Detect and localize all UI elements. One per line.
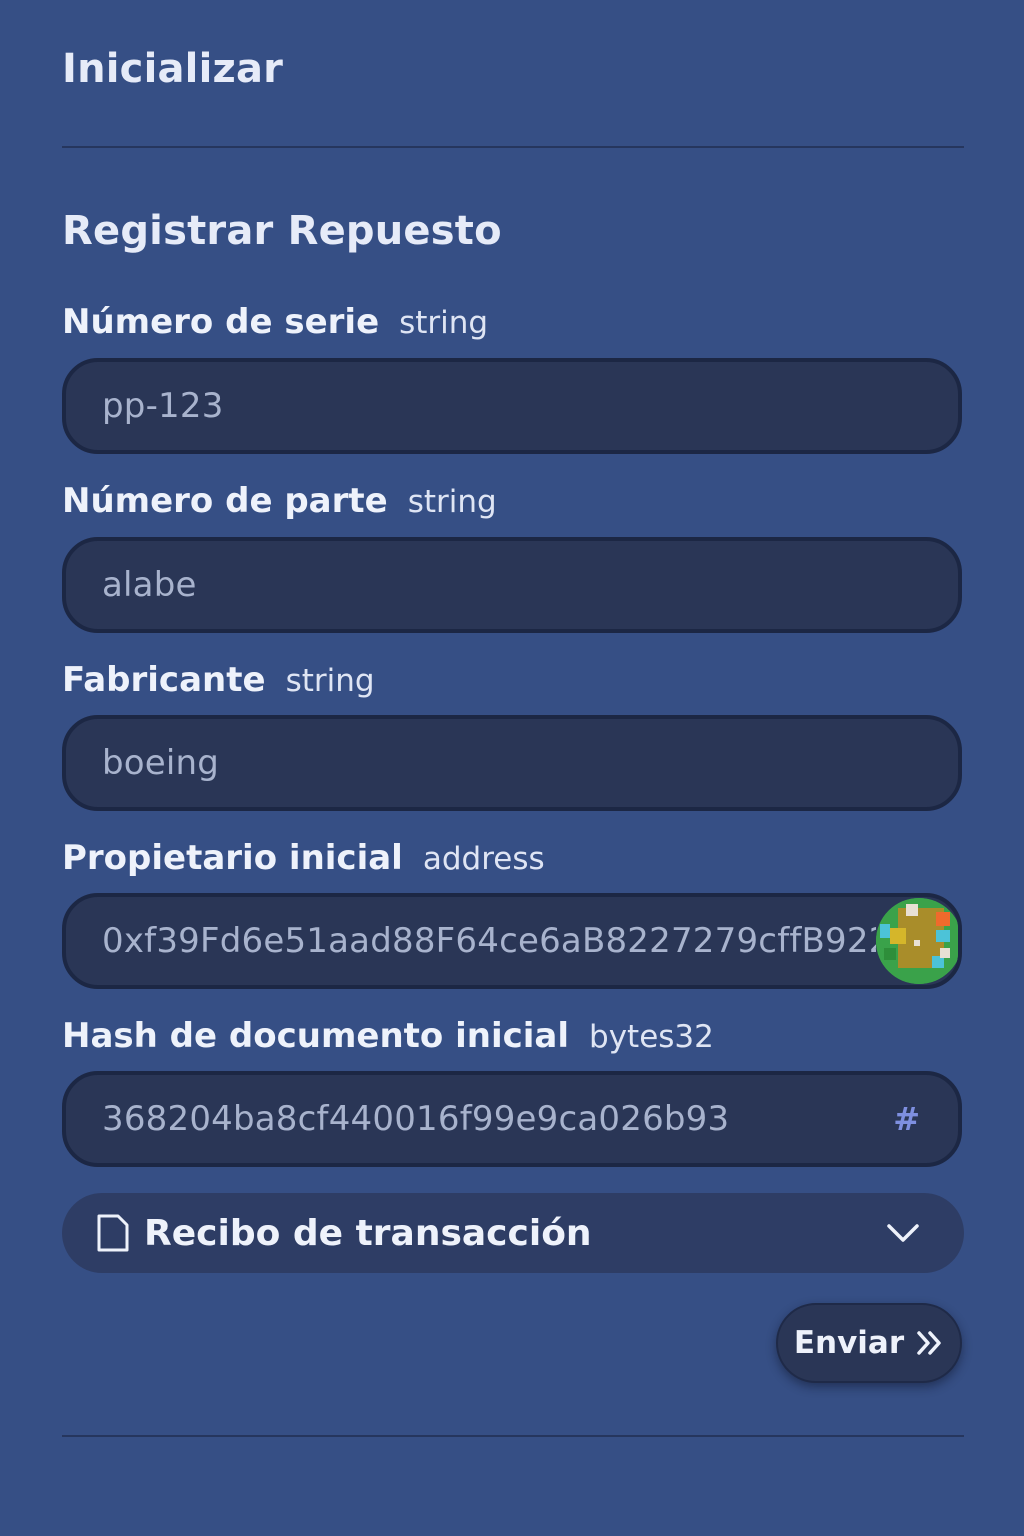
initialize-title[interactable]: Inicializar	[62, 46, 283, 92]
serial-number-label: Número de serie string	[62, 302, 488, 346]
field-name: Número de parte	[62, 481, 388, 521]
contract-interaction-panel: Inicializar Registrar Repuesto Número de…	[0, 0, 1024, 1536]
document-hash-value[interactable]: 368204ba8cf440016f99e9ca026b93	[102, 1099, 893, 1139]
chevron-down-icon[interactable]	[886, 1222, 920, 1244]
document-hash-input[interactable]: 368204ba8cf440016f99e9ca026b93 #	[62, 1071, 962, 1167]
initial-owner-value[interactable]: 0xf39Fd6e51aad88F64ce6aB8227279cffB92266	[102, 921, 876, 961]
transaction-receipt-label: Recibo de transacción	[144, 1212, 592, 1254]
initial-owner-label: Propietario inicial address	[62, 838, 545, 882]
manufacturer-label: Fabricante string	[62, 660, 375, 704]
document-icon	[97, 1214, 129, 1252]
field-type: address	[422, 841, 545, 877]
send-button-label: Enviar	[793, 1325, 905, 1361]
address-blockie-avatar-icon	[876, 898, 958, 984]
field-type: bytes32	[589, 1019, 714, 1055]
initial-owner-input[interactable]: 0xf39Fd6e51aad88F64ce6aB8227279cffB92266	[62, 893, 962, 989]
part-number-label: Número de parte string	[62, 481, 497, 525]
send-button[interactable]: Enviar	[776, 1303, 962, 1383]
field-name: Número de serie	[62, 302, 380, 342]
serial-number-value[interactable]: pp-123	[102, 386, 958, 426]
part-number-input[interactable]: alabe	[62, 537, 962, 633]
field-name: Hash de documento inicial	[62, 1016, 570, 1056]
manufacturer-input[interactable]: boeing	[62, 715, 962, 811]
register-part-title: Registrar Repuesto	[62, 208, 502, 254]
field-name: Propietario inicial	[62, 838, 403, 878]
manufacturer-value[interactable]: boeing	[102, 743, 958, 783]
transaction-receipt-toggle[interactable]: Recibo de transacción	[62, 1193, 964, 1273]
hash-icon: #	[893, 1100, 920, 1138]
field-type: string	[285, 663, 375, 699]
document-hash-label: Hash de documento inicial bytes32	[62, 1016, 714, 1060]
field-type: string	[399, 305, 489, 341]
serial-number-input[interactable]: pp-123	[62, 358, 962, 454]
field-type: string	[407, 484, 497, 520]
divider-bottom	[62, 1435, 964, 1437]
double-chevron-right-icon	[917, 1331, 941, 1355]
field-name: Fabricante	[62, 660, 266, 700]
part-number-value[interactable]: alabe	[102, 565, 958, 605]
divider-top	[62, 146, 964, 148]
